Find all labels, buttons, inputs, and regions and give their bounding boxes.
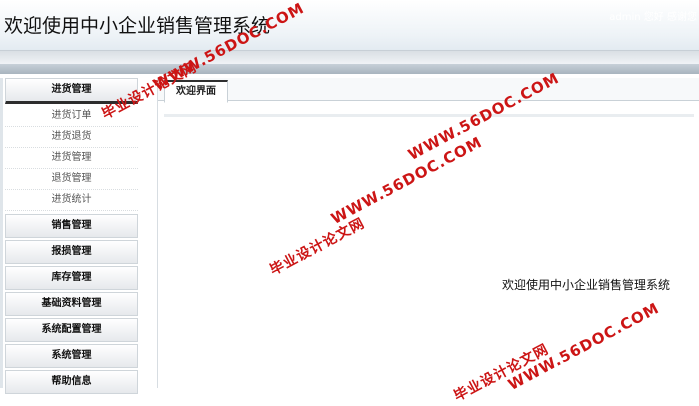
sidebar-group-sales[interactable]: 销售管理: [5, 214, 138, 238]
content-divider: [164, 114, 694, 117]
main-content: 欢迎界面 欢迎使用中小企业销售管理系统: [157, 78, 699, 388]
sidebar-group-system[interactable]: 系统管理: [5, 344, 138, 368]
sidebar-group-help[interactable]: 帮助信息: [5, 370, 138, 394]
sidebar-purchase-submenu: 进货订单 进货退货 进货管理 退货管理 进货统计: [5, 106, 138, 211]
welcome-message: 欢迎使用中小企业销售管理系统: [501, 278, 670, 292]
sidebar-item-return-manage[interactable]: 退货管理: [5, 169, 138, 190]
left-edge: [0, 78, 3, 388]
sidebar-group-damage[interactable]: 报损管理: [5, 240, 138, 264]
sidebar-item-purchase-manage[interactable]: 进货管理: [5, 148, 138, 169]
toolbar-strip: [0, 64, 699, 74]
sidebar-menu: 进货管理 进货订单 进货退货 进货管理 退货管理 进货统计 销售管理 报损管理 …: [5, 78, 138, 396]
sidebar-item-purchase-returns[interactable]: 进货退货: [5, 127, 138, 148]
sidebar-group-basic-data[interactable]: 基础资料管理: [5, 292, 138, 316]
header-divider: [0, 50, 699, 64]
sidebar-item-purchase-stats[interactable]: 进货统计: [5, 190, 138, 211]
app-header: 欢迎使用中小企业销售管理系统 admin 您好 感谢您: [0, 0, 699, 50]
tab-bar: 欢迎界面: [158, 78, 699, 103]
user-greeting: admin 您好 感谢您: [609, 12, 697, 23]
sidebar-group-inventory[interactable]: 库存管理: [5, 266, 138, 290]
sidebar-group-system-config[interactable]: 系统配置管理: [5, 318, 138, 342]
